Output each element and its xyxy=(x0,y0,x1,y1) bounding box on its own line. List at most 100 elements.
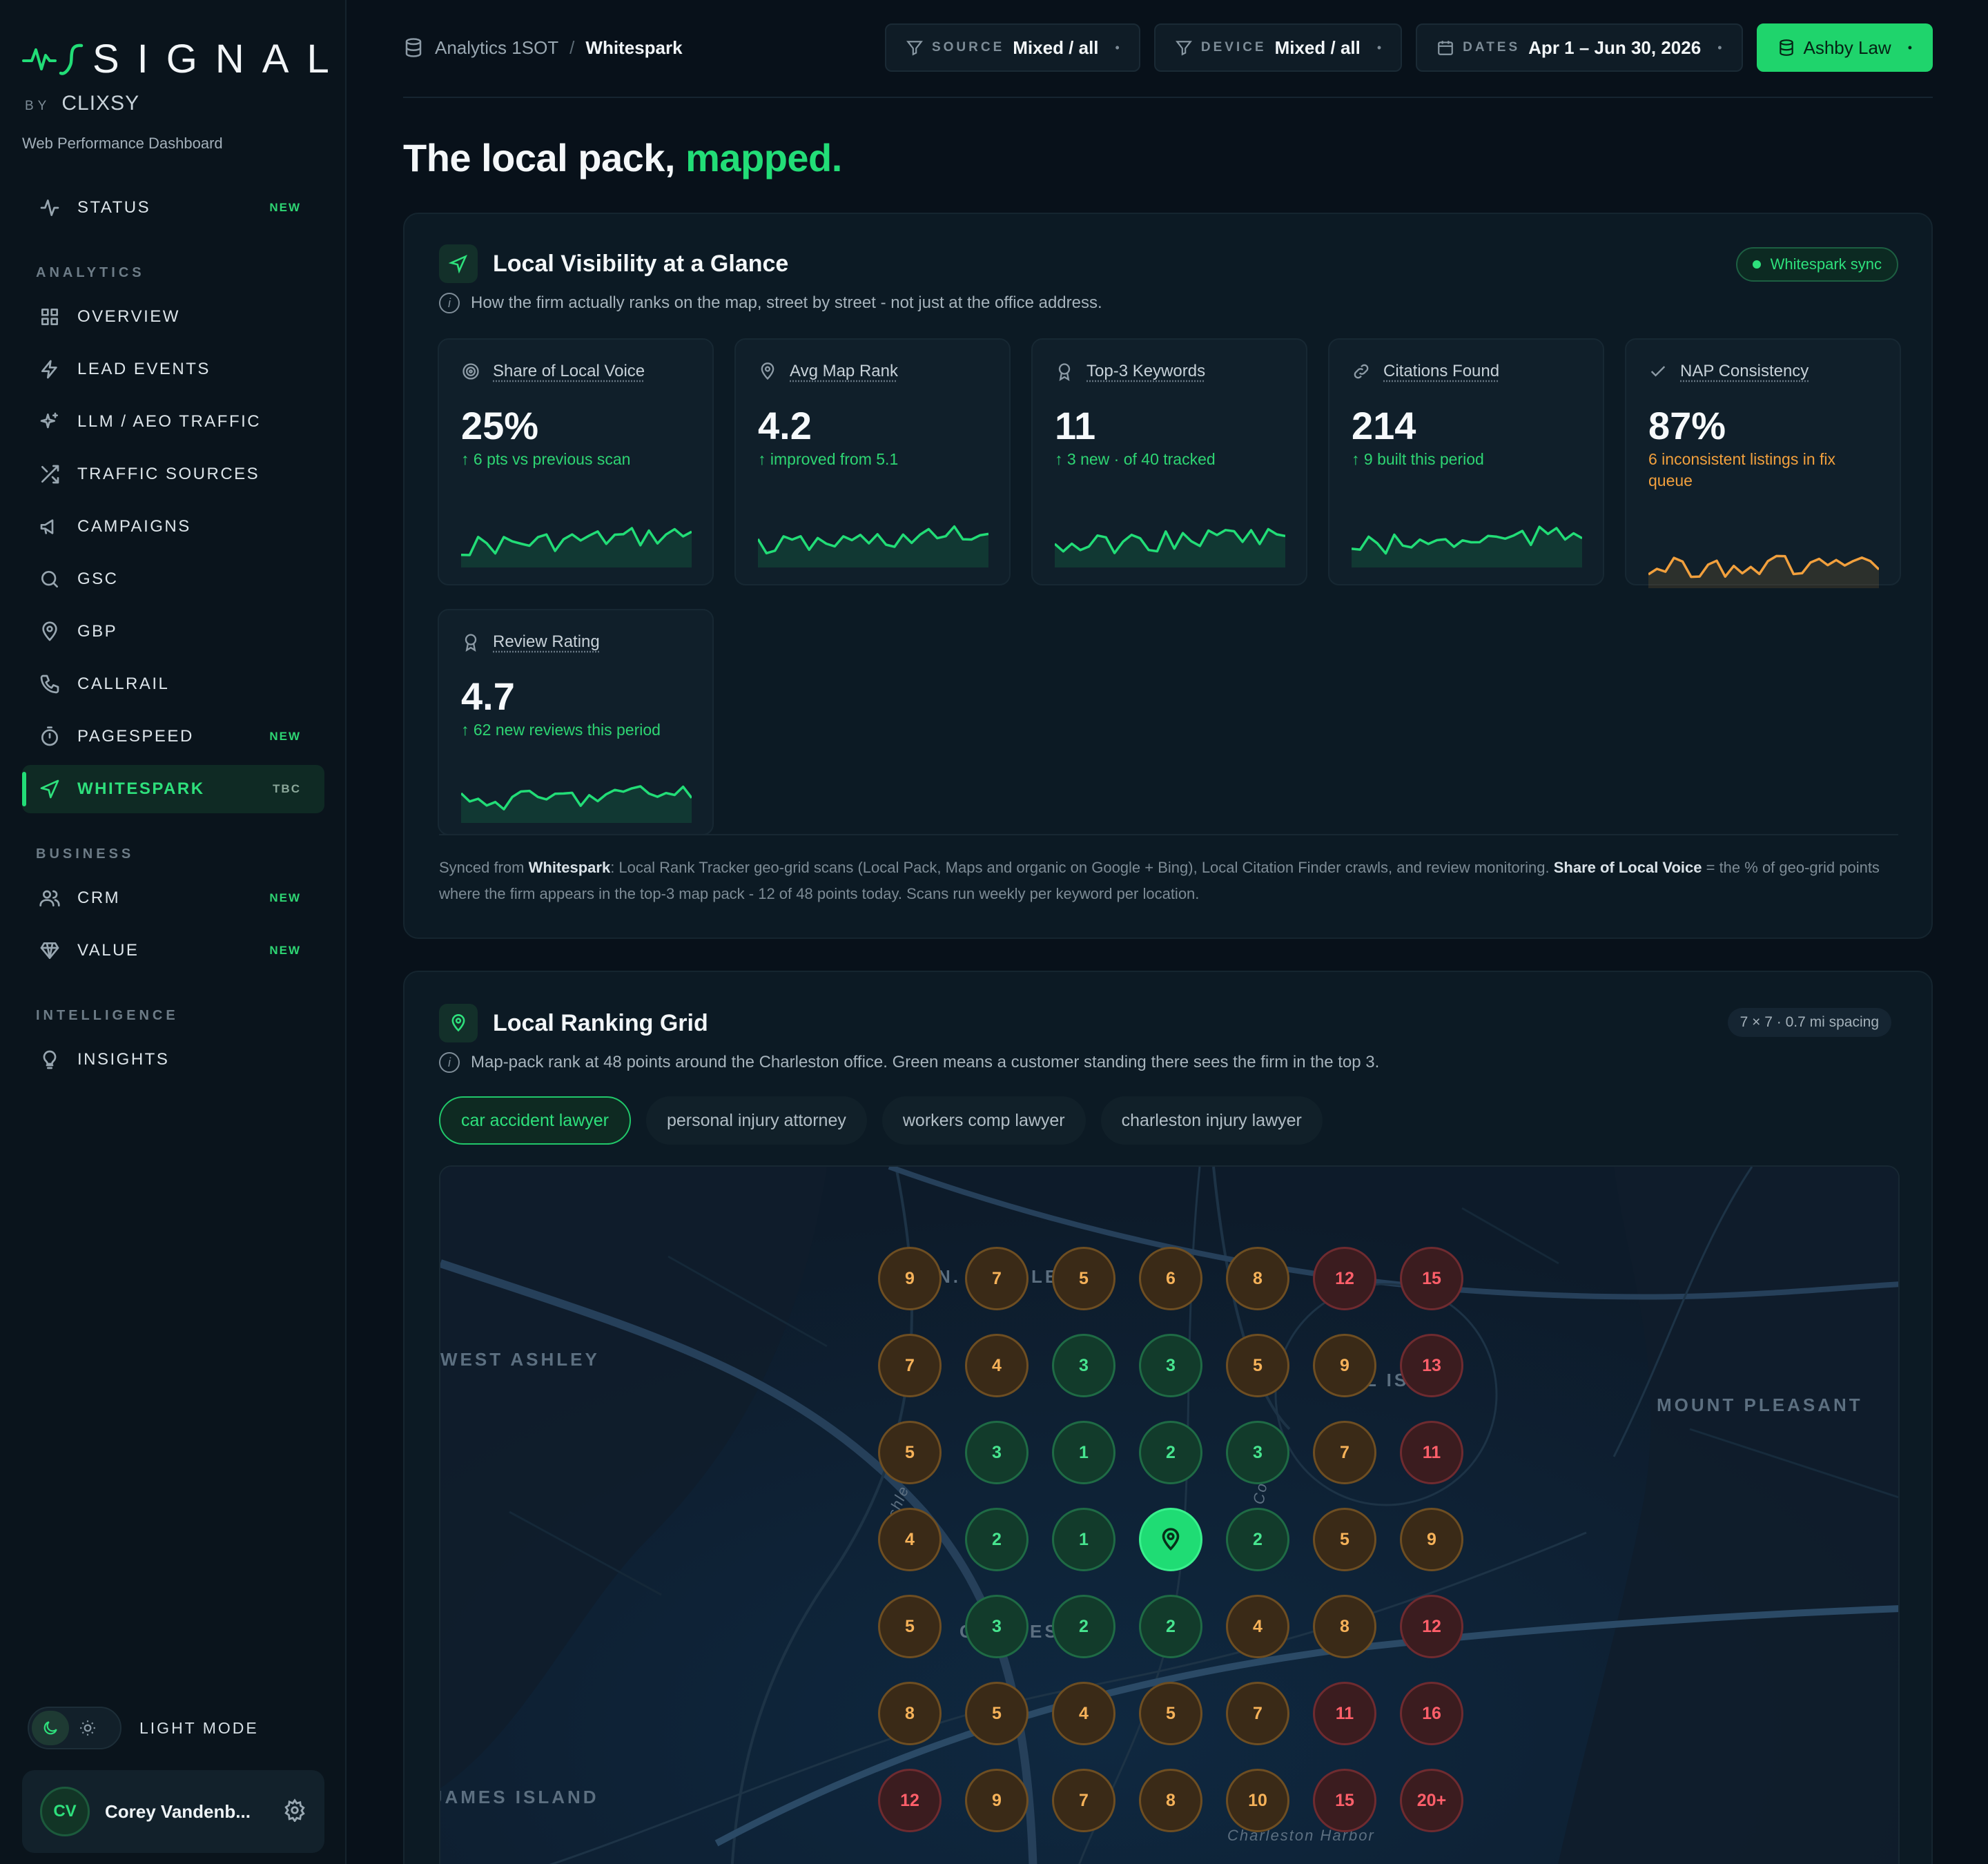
new-badge: NEW xyxy=(269,891,301,904)
sidebar-item-llm-aeo-traffic[interactable]: LLM / AEO TRAFFIC xyxy=(22,398,324,446)
map-pin-icon xyxy=(439,1004,478,1042)
rank-point[interactable]: 1 xyxy=(1052,1508,1115,1571)
dark-mode-option[interactable] xyxy=(32,1711,69,1745)
rank-point[interactable]: 11 xyxy=(1400,1421,1463,1484)
rank-point[interactable]: 2 xyxy=(1139,1595,1202,1658)
rank-point[interactable]: 5 xyxy=(1052,1247,1115,1310)
sidebar-item-whitespark[interactable]: WHITESPARK TBC xyxy=(22,765,324,813)
rank-point[interactable]: 10 xyxy=(1226,1769,1289,1832)
rank-point[interactable]: 5 xyxy=(878,1421,942,1484)
sidebar-item-insights[interactable]: INSIGHTS xyxy=(22,1036,324,1084)
rank-point[interactable]: 2 xyxy=(1052,1595,1115,1658)
user-profile[interactable]: CV Corey Vandenb... xyxy=(22,1770,324,1853)
rank-point[interactable]: 3 xyxy=(1226,1421,1289,1484)
rank-point[interactable]: 20+ xyxy=(1400,1769,1463,1832)
rank-point[interactable]: 9 xyxy=(1313,1334,1376,1397)
rank-point[interactable]: 4 xyxy=(878,1508,942,1571)
rank-point[interactable]: 16 xyxy=(1400,1682,1463,1745)
sidebar-item-gsc[interactable]: GSC xyxy=(22,555,324,603)
grid-icon xyxy=(41,309,58,325)
theme-toggle[interactable] xyxy=(28,1707,121,1749)
sidebar-item-status[interactable]: STATUS NEW xyxy=(22,184,324,232)
sidebar-item-pagespeed[interactable]: PAGESPEED NEW xyxy=(22,712,324,761)
client-selector[interactable]: Ashby Law • xyxy=(1756,23,1933,72)
card-header: Local Visibility at a Glance xyxy=(439,244,788,283)
kpi-label[interactable]: NAP Consistency xyxy=(1680,362,1809,381)
sidebar-item-value[interactable]: VALUE NEW xyxy=(22,926,324,975)
rank-point[interactable]: 15 xyxy=(1313,1769,1376,1832)
kpi-label[interactable]: Review Rating xyxy=(493,632,600,652)
sidebar-item-callrail[interactable]: CALLRAIL xyxy=(22,660,324,708)
rank-point[interactable]: 4 xyxy=(965,1334,1029,1397)
kpi-label[interactable]: Citations Found xyxy=(1383,362,1499,381)
tab-personal-injury-attorney[interactable]: personal injury attorney xyxy=(645,1096,867,1145)
sync-badge: Whitespark sync xyxy=(1735,247,1898,282)
rank-point[interactable]: 1 xyxy=(1052,1421,1115,1484)
rank-point[interactable]: 2 xyxy=(1139,1421,1202,1484)
rank-point[interactable]: 5 xyxy=(965,1682,1029,1745)
sidebar-item-label: WHITESPARK xyxy=(77,779,205,798)
rank-point[interactable]: 13 xyxy=(1400,1334,1463,1397)
rank-point[interactable]: 9 xyxy=(1400,1508,1463,1571)
date-range-filter[interactable]: DATES Apr 1 – Jun 30, 2026 • xyxy=(1416,23,1743,72)
tab-workers-comp-lawyer[interactable]: workers comp lawyer xyxy=(881,1096,1086,1145)
sidebar-item-overview[interactable]: OVERVIEW xyxy=(22,293,324,341)
local-visibility-card: Local Visibility at a Glance Whitespark … xyxy=(403,213,1933,939)
geo-grid-map[interactable]: WEST ASHLEY MOUNT PLEASANT JAMES ISLAND … xyxy=(439,1165,1900,1864)
light-mode-option[interactable] xyxy=(69,1711,106,1745)
rank-point[interactable]: 7 xyxy=(878,1334,942,1397)
new-badge: NEW xyxy=(269,201,301,214)
rank-point[interactable]: 3 xyxy=(965,1421,1029,1484)
settings-button[interactable] xyxy=(283,1798,306,1825)
rank-point[interactable]: 12 xyxy=(1313,1247,1376,1310)
sidebar-item-label: VALUE xyxy=(77,941,139,960)
rank-point[interactable]: 3 xyxy=(1139,1334,1202,1397)
status-dot xyxy=(1752,260,1761,269)
rank-point[interactable]: 8 xyxy=(1226,1247,1289,1310)
kpi-label[interactable]: Avg Map Rank xyxy=(790,362,898,381)
rank-point[interactable]: 15 xyxy=(1400,1247,1463,1310)
rank-point[interactable]: 5 xyxy=(878,1595,942,1658)
sparkle-icon xyxy=(40,412,58,429)
rank-point[interactable]: 5 xyxy=(1139,1682,1202,1745)
kpi-label[interactable]: Share of Local Voice xyxy=(493,362,645,381)
lightbulb-icon xyxy=(43,1050,57,1069)
office-marker[interactable] xyxy=(1139,1508,1202,1571)
rank-point[interactable]: 7 xyxy=(965,1247,1029,1310)
rank-point[interactable]: 5 xyxy=(1226,1334,1289,1397)
rank-point[interactable]: 8 xyxy=(1313,1595,1376,1658)
info-icon[interactable]: i xyxy=(439,293,460,313)
sidebar-item-traffic-sources[interactable]: TRAFFIC SOURCES xyxy=(22,450,324,498)
sidebar-item-gbp[interactable]: GBP xyxy=(22,608,324,656)
rank-point[interactable]: 3 xyxy=(965,1595,1029,1658)
sidebar-item-lead-events[interactable]: LEAD EVENTS xyxy=(22,345,324,394)
rank-point[interactable]: 11 xyxy=(1313,1682,1376,1745)
rank-point[interactable]: 7 xyxy=(1226,1682,1289,1745)
rank-point[interactable]: 2 xyxy=(1226,1508,1289,1571)
source-filter[interactable]: SOURCE Mixed / all • xyxy=(884,23,1140,72)
rank-point[interactable]: 12 xyxy=(1400,1595,1463,1658)
rank-point[interactable]: 9 xyxy=(965,1769,1029,1832)
rank-point[interactable]: 3 xyxy=(1052,1334,1115,1397)
rank-point[interactable]: 9 xyxy=(878,1247,942,1310)
rank-point[interactable]: 12 xyxy=(878,1769,942,1832)
rank-point[interactable]: 7 xyxy=(1313,1421,1376,1484)
kpi-label[interactable]: Top-3 Keywords xyxy=(1086,362,1205,381)
tab-charleston-injury-lawyer[interactable]: charleston injury lawyer xyxy=(1100,1096,1323,1145)
breadcrumb-parent[interactable]: Analytics 1SOT xyxy=(435,37,558,59)
tab-car-accident-lawyer[interactable]: car accident lawyer xyxy=(439,1096,631,1145)
rank-point[interactable]: 2 xyxy=(965,1508,1029,1571)
rank-point[interactable]: 5 xyxy=(1313,1508,1376,1571)
breadcrumb: Analytics 1SOT / Whitespark xyxy=(403,37,683,59)
rank-point[interactable]: 4 xyxy=(1226,1595,1289,1658)
rank-point[interactable]: 6 xyxy=(1139,1247,1202,1310)
rank-point[interactable]: 8 xyxy=(878,1682,942,1745)
rank-point[interactable]: 8 xyxy=(1139,1769,1202,1832)
device-filter[interactable]: DEVICE Mixed / all • xyxy=(1153,23,1403,72)
sidebar-item-campaigns[interactable]: CAMPAIGNS xyxy=(22,503,324,551)
sidebar-item-crm[interactable]: CRM NEW xyxy=(22,874,324,922)
kpi-card-avg-map-rank: Avg Map Rank 4.2 ↑ improved from 5.1 xyxy=(734,338,1011,585)
rank-point[interactable]: 7 xyxy=(1052,1769,1115,1832)
info-icon[interactable]: i xyxy=(439,1052,460,1073)
rank-point[interactable]: 4 xyxy=(1052,1682,1115,1745)
